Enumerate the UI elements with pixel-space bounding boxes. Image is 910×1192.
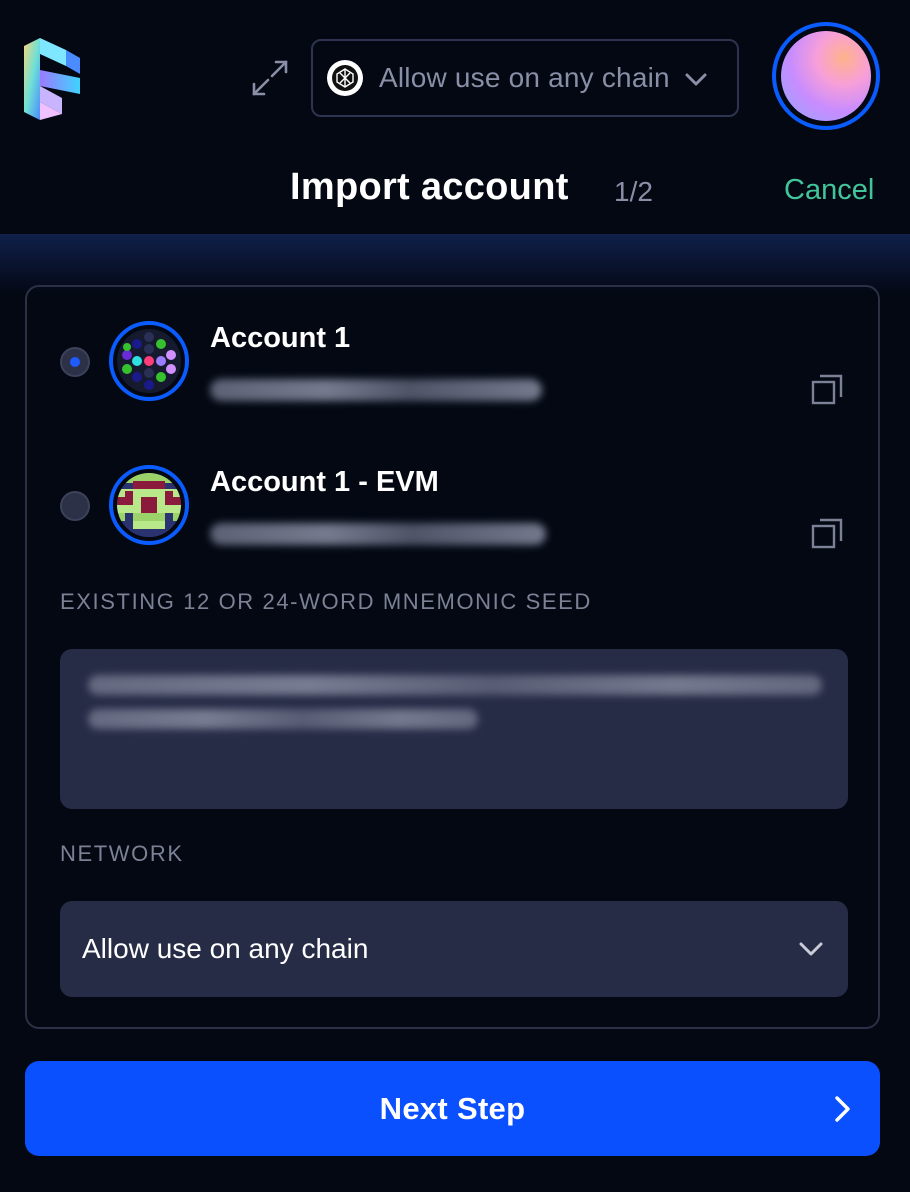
network-label: NETWORK	[60, 841, 184, 866]
import-card: Account 1 Account 1 - EVM EXISTING 12 OR…	[25, 285, 880, 1029]
page-title-bar: Import account 1/2	[0, 166, 910, 220]
network-select-value: Allow use on any chain	[82, 933, 369, 964]
account-address-blurred	[210, 523, 546, 545]
chain-icon	[327, 60, 363, 96]
copy-icon[interactable]	[811, 373, 843, 405]
page-title: Import account	[290, 166, 569, 208]
account-identicon	[109, 321, 189, 401]
chevron-down-icon	[799, 942, 823, 956]
chevron-down-icon	[685, 73, 707, 86]
expand-icon[interactable]	[250, 58, 290, 98]
app-logo-icon	[24, 38, 80, 120]
copy-icon[interactable]	[811, 517, 843, 549]
account-row[interactable]: Account 1	[27, 317, 882, 407]
chain-selector[interactable]: Allow use on any chain	[311, 39, 739, 117]
network-select[interactable]: Allow use on any chain	[60, 901, 848, 997]
account-avatar-button[interactable]	[772, 22, 880, 130]
cancel-button[interactable]: Cancel	[784, 174, 874, 207]
account-address-blurred	[210, 379, 542, 401]
seed-input[interactable]	[60, 649, 848, 809]
seed-label: EXISTING 12 OR 24-WORD MNEMONIC SEED	[60, 589, 592, 614]
avatar	[781, 31, 871, 121]
seed-text-blurred	[88, 709, 478, 729]
account-row[interactable]: Account 1 - EVM	[27, 461, 882, 551]
step-indicator: 1/2	[614, 176, 653, 207]
chevron-right-icon	[835, 1096, 850, 1122]
account-radio[interactable]	[60, 491, 90, 521]
next-step-button[interactable]: Next Step	[25, 1061, 880, 1156]
chain-selector-label: Allow use on any chain	[379, 62, 670, 93]
next-step-label: Next Step	[379, 1090, 526, 1126]
account-name: Account 1	[210, 322, 351, 354]
account-identicon	[109, 465, 189, 545]
account-name: Account 1 - EVM	[210, 466, 439, 498]
seed-text-blurred	[88, 675, 822, 695]
account-radio[interactable]	[60, 347, 90, 377]
